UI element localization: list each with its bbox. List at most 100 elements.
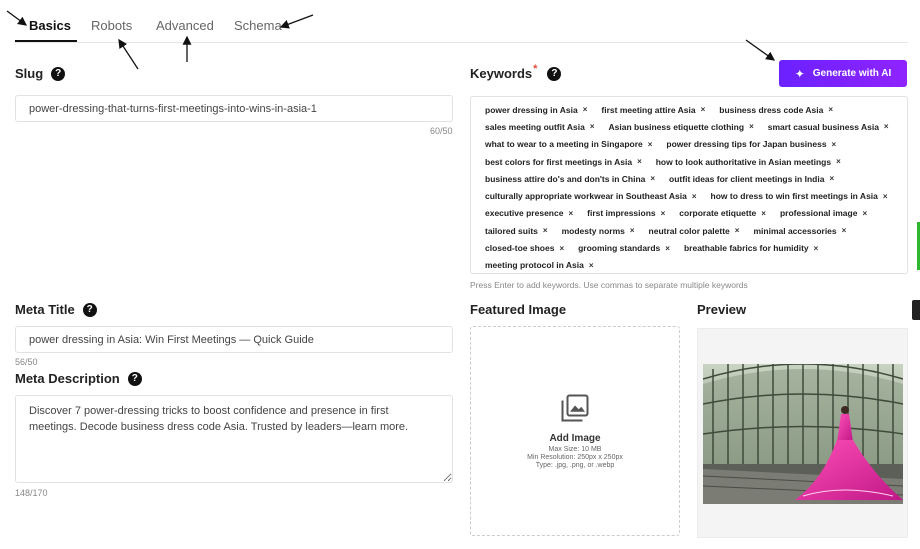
keyword-text: professional image [779, 208, 858, 219]
remove-keyword-icon[interactable]: × [543, 226, 548, 235]
keyword-chip: how to look authoritative in Asian meeti… [656, 157, 841, 167]
add-image-text: Add Image [549, 433, 601, 444]
keyword-text: breathable fabrics for humidity [683, 243, 809, 254]
keyword-text: how to dress to win first meetings in As… [710, 191, 878, 202]
keyword-chip: what to wear to a meeting in Singapore × [485, 139, 652, 149]
file-type-text: Type: .jpg, .png, or .webp [535, 462, 615, 469]
meta-description-label: Meta Description ? [15, 371, 142, 386]
remove-keyword-icon[interactable]: × [650, 174, 655, 183]
remove-keyword-icon[interactable]: × [862, 209, 867, 218]
remove-keyword-icon[interactable]: × [884, 122, 889, 131]
sparkle-icon: ✦ [794, 66, 805, 81]
meta-description-counter: 148/170 [15, 488, 48, 498]
preview-image [703, 364, 903, 504]
keywords-label-text: Keywords [470, 66, 533, 81]
side-feedback-tab[interactable] [912, 300, 920, 320]
keyword-chip: breathable fabrics for humidity × [684, 243, 818, 253]
keyword-text: meeting protocol in Asia [485, 260, 584, 271]
remove-keyword-icon[interactable]: × [665, 244, 670, 253]
keyword-row: what to wear to a meeting in Singapore × p… [485, 136, 893, 153]
keywords-label: Keywords * ? [470, 62, 562, 81]
remove-keyword-icon[interactable]: × [630, 226, 635, 235]
remove-keyword-icon[interactable]: × [661, 209, 666, 218]
keywords-hint: Press Enter to add keywords. Use commas … [470, 280, 748, 290]
keyword-chip: tailored suits × [485, 226, 548, 236]
preview-panel [697, 328, 908, 538]
remove-keyword-icon[interactable]: × [883, 192, 888, 201]
keyword-chip: first impressions × [587, 208, 665, 218]
keyword-chip: first meeting attire Asia × [601, 105, 705, 115]
keyword-text: executive presence [485, 208, 564, 219]
keyword-text: first meeting attire Asia [601, 104, 696, 115]
keyword-text: what to wear to a meeting in Singapore [485, 139, 643, 150]
remove-keyword-icon[interactable]: × [701, 105, 706, 114]
keyword-text: sales meeting outfit Asia [485, 121, 585, 132]
remove-keyword-icon[interactable]: × [749, 122, 754, 131]
keyword-text: neutral color palette [648, 225, 730, 236]
slug-label-text: Slug [15, 66, 44, 81]
keyword-text: culturally appropriate workwear in South… [485, 191, 687, 202]
meta-description-help-icon[interactable]: ? [127, 371, 142, 386]
keywords-help-icon[interactable]: ? [547, 66, 562, 81]
keyword-chip: how to dress to win first meetings in As… [711, 191, 888, 201]
keyword-chip: modesty norms × [562, 226, 635, 236]
keyword-chip: outfit ideas for client meetings in Indi… [669, 174, 834, 184]
keyword-chip: minimal accessories × [753, 226, 846, 236]
remove-keyword-icon[interactable]: × [559, 244, 564, 253]
remove-keyword-icon[interactable]: × [589, 261, 594, 270]
keyword-chip: Asian business etiquette clothing × [609, 122, 754, 132]
keyword-text: business attire do's and don'ts in China [485, 173, 646, 184]
keyword-text: best colors for first meetings in Asia [485, 156, 633, 167]
remove-keyword-icon[interactable]: × [648, 140, 653, 149]
slug-help-icon[interactable]: ? [51, 66, 66, 81]
keyword-chip: sales meeting outfit Asia × [485, 122, 595, 132]
remove-keyword-icon[interactable]: × [829, 174, 834, 183]
keyword-row: culturally appropriate workwear in South… [485, 187, 893, 204]
keyword-text: closed-toe shoes [485, 243, 555, 254]
keywords-input[interactable]: power dressing in Asia × first meeting att… [470, 96, 908, 274]
required-mark: * [533, 62, 538, 75]
remove-keyword-icon[interactable]: × [761, 209, 766, 218]
slug-counter: 60/50 [430, 126, 453, 136]
remove-keyword-icon[interactable]: × [692, 192, 697, 201]
keyword-text: corporate etiquette [679, 208, 757, 219]
meta-description-input[interactable]: Discover 7 power-dressing tricks to boos… [15, 395, 453, 483]
meta-title-help-icon[interactable]: ? [82, 302, 97, 317]
image-dropzone[interactable]: Add Image Max Size: 10 MB Min Resolution… [470, 326, 680, 536]
remove-keyword-icon[interactable]: × [842, 226, 847, 235]
keyword-chip: culturally appropriate workwear in South… [485, 191, 697, 201]
keyword-row: tailored suits × modesty norms × neutral col… [485, 222, 893, 239]
keyword-chip: neutral color palette × [649, 226, 740, 236]
slug-input[interactable]: power-dressing-that-turns-first-meetings… [15, 95, 453, 122]
remove-keyword-icon[interactable]: × [814, 244, 819, 253]
remove-keyword-icon[interactable]: × [583, 105, 588, 114]
slug-value: power-dressing-that-turns-first-meetings… [29, 102, 317, 115]
generate-with-ai-button[interactable]: ✦ Generate with AI [779, 60, 907, 87]
keyword-row: power dressing in Asia × first meeting att… [485, 101, 893, 118]
keyword-chip: smart casual business Asia × [768, 122, 889, 132]
keyword-text: Asian business etiquette clothing [608, 121, 745, 132]
remove-keyword-icon[interactable]: × [832, 140, 837, 149]
meta-title-label: Meta Title ? [15, 302, 97, 317]
keyword-text: business dress code Asia [719, 104, 824, 115]
image-gallery-icon [561, 394, 589, 422]
generate-label: Generate with AI [812, 68, 892, 79]
meta-title-input[interactable]: power dressing in Asia: Win First Meetin… [15, 326, 453, 353]
keyword-text: modesty norms [561, 225, 625, 236]
remove-keyword-icon[interactable]: × [637, 157, 642, 166]
keyword-chip: meeting protocol in Asia × [485, 260, 594, 270]
remove-keyword-icon[interactable]: × [590, 122, 595, 131]
arrow-schema [279, 14, 314, 29]
featured-image-label: Featured Image [470, 302, 567, 317]
remove-keyword-icon[interactable]: × [568, 209, 573, 218]
remove-keyword-icon[interactable]: × [735, 226, 740, 235]
keyword-chip: business dress code Asia × [719, 105, 833, 115]
arrow-generate [745, 39, 776, 61]
keyword-text: outfit ideas for client meetings in Indi… [669, 173, 825, 184]
keyword-chip: closed-toe shoes × [485, 243, 564, 253]
meta-title-label-text: Meta Title [15, 302, 75, 317]
keyword-row: best colors for first meetings in Asia × h… [485, 153, 893, 170]
remove-keyword-icon[interactable]: × [836, 157, 841, 166]
keyword-chip: power dressing tips for Japan business × [666, 139, 836, 149]
remove-keyword-icon[interactable]: × [828, 105, 833, 114]
